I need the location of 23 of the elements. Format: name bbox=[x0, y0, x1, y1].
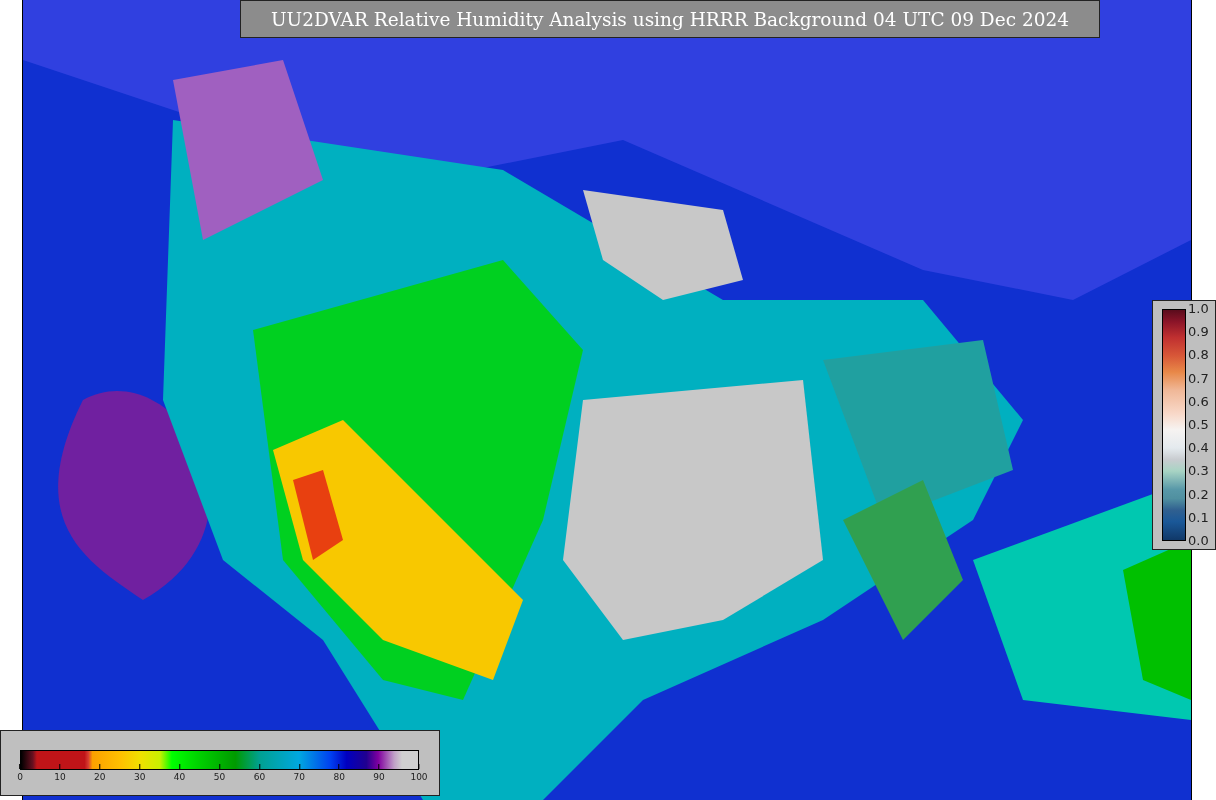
tick-label: 1.0 bbox=[1188, 301, 1209, 317]
tick-label: 0 bbox=[17, 772, 23, 782]
tick-label: 90 bbox=[373, 772, 385, 782]
tick-label: 40 bbox=[173, 772, 186, 782]
tick-label: 30 bbox=[133, 772, 146, 782]
tick-label: 0.9 bbox=[1188, 324, 1209, 341]
tick-label: 50 bbox=[213, 772, 226, 782]
tick-label: 0.8 bbox=[1188, 347, 1209, 364]
tick-label: 60 bbox=[253, 772, 266, 782]
tick-label: 0.1 bbox=[1188, 509, 1209, 526]
tick-label: 0.4 bbox=[1188, 440, 1209, 457]
tick-label: 0.5 bbox=[1188, 416, 1209, 433]
tick-label: 0.7 bbox=[1188, 370, 1209, 387]
tick-label: 20 bbox=[94, 772, 106, 782]
tick-label: 0.3 bbox=[1188, 463, 1209, 480]
tick-label: 70 bbox=[293, 772, 305, 782]
tick-label: 0.6 bbox=[1188, 393, 1209, 410]
tick-label: 0.0 bbox=[1188, 532, 1209, 549]
tick-label: 80 bbox=[333, 772, 345, 782]
tick-label: 100 bbox=[410, 772, 428, 782]
tick-label: 0.2 bbox=[1188, 486, 1209, 503]
tick-label: 10 bbox=[54, 772, 66, 782]
map-title: UU2DVAR Relative Humidity Analysis using HRRR Background 04 UTC 09 Dec 2024 bbox=[240, 0, 1100, 38]
